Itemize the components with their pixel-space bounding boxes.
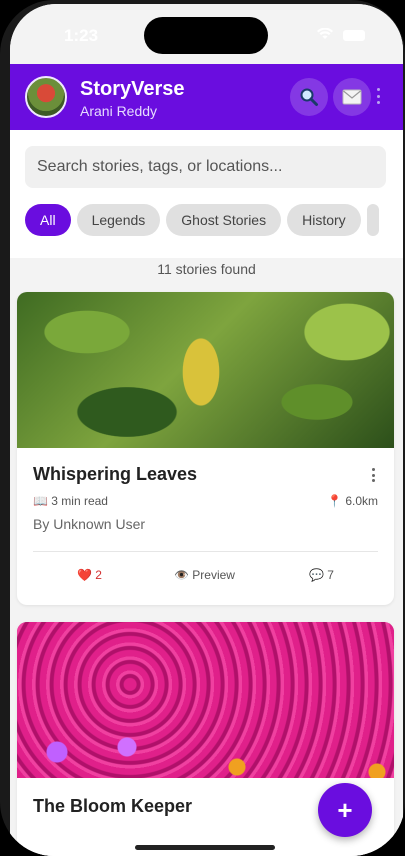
home-indicator[interactable] [135,845,275,850]
chip-all[interactable]: All [25,204,71,236]
like-button[interactable]: ❤️ 2 [77,568,102,582]
status-bar: 1:23 [10,4,403,64]
story-image [17,622,394,778]
story-card[interactable]: Whispering Leaves 📖 3 min read 📍 6.0km B… [17,292,394,605]
chip-history[interactable]: History [287,204,361,236]
distance: 📍 6.0km [327,494,378,508]
app-title: StoryVerse [80,78,185,100]
plus-icon: + [337,794,353,825]
results-count: 11 stories found [157,261,256,277]
chip-ghost-stories[interactable]: Ghost Stories [166,204,282,236]
comments-button[interactable]: 💬 7 [309,568,334,582]
search-input[interactable] [25,146,386,188]
battery-icon [343,30,365,41]
more-vert-icon[interactable] [371,468,375,482]
story-title: The Bloom Keeper [33,796,193,816]
preview-button[interactable]: 👁️ Preview [174,568,235,582]
wifi-icon [317,28,333,39]
search-section: AllLegendsGhost StoriesHistory [10,130,403,258]
user-name: Arani Reddy [80,103,158,119]
read-time: 📖 3 min read [33,494,108,508]
filter-chips: All Legends Ghost Stories History [25,204,403,236]
story-image [17,292,394,448]
avatar[interactable] [25,76,67,118]
story-title: Whispering Leaves [33,464,198,484]
add-story-button[interactable]: + [318,783,372,837]
messages-button[interactable] [333,78,371,116]
dynamic-island [144,17,268,54]
story-author: By Unknown User [33,516,146,532]
chip-legends[interactable]: Legends [76,204,161,236]
mail-icon [342,89,362,105]
chip-next-partial[interactable] [366,204,379,236]
search-icon [300,88,318,106]
more-vert-icon[interactable] [376,88,380,104]
app-screen: 1:23 StoryVerse Arani Reddy Search stori… [10,4,403,856]
phone-frame: 1:23 StoryVerse Arani Reddy Search stori… [0,0,405,856]
story-feed[interactable]: Whispering Leaves 📖 3 min read 📍 6.0km B… [10,284,403,856]
app-header: StoryVerse Arani Reddy [10,64,403,130]
status-time: 1:23 [64,26,99,45]
search-button[interactable] [290,78,328,116]
divider [33,551,378,552]
